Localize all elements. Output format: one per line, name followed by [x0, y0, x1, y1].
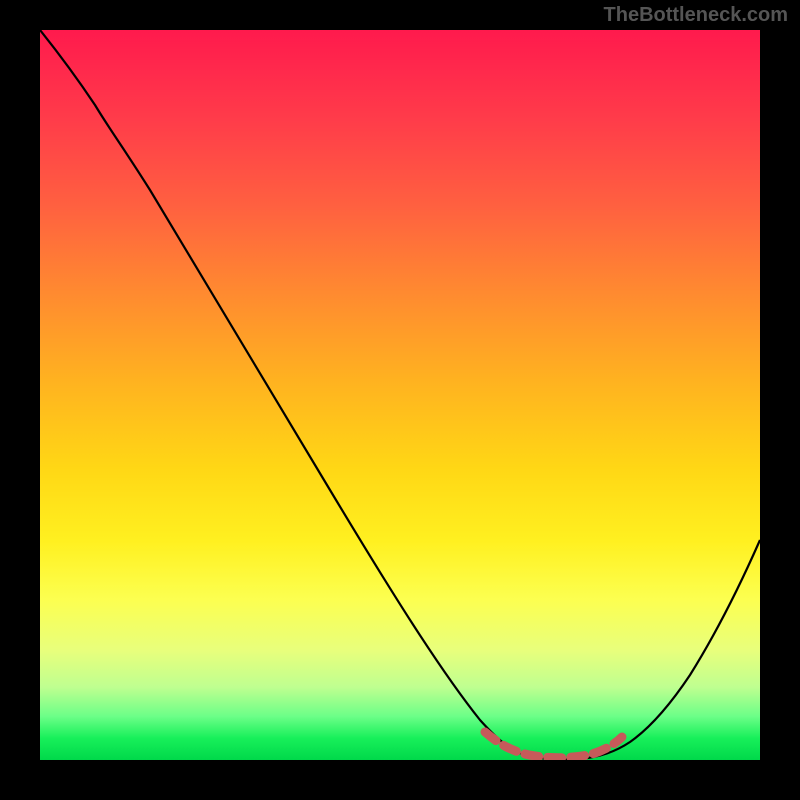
plot-area — [40, 30, 760, 760]
chart-svg — [40, 30, 760, 760]
bottom-marker-path — [485, 732, 622, 758]
main-curve-path — [40, 30, 760, 759]
watermark-text: TheBottleneck.com — [604, 4, 788, 27]
